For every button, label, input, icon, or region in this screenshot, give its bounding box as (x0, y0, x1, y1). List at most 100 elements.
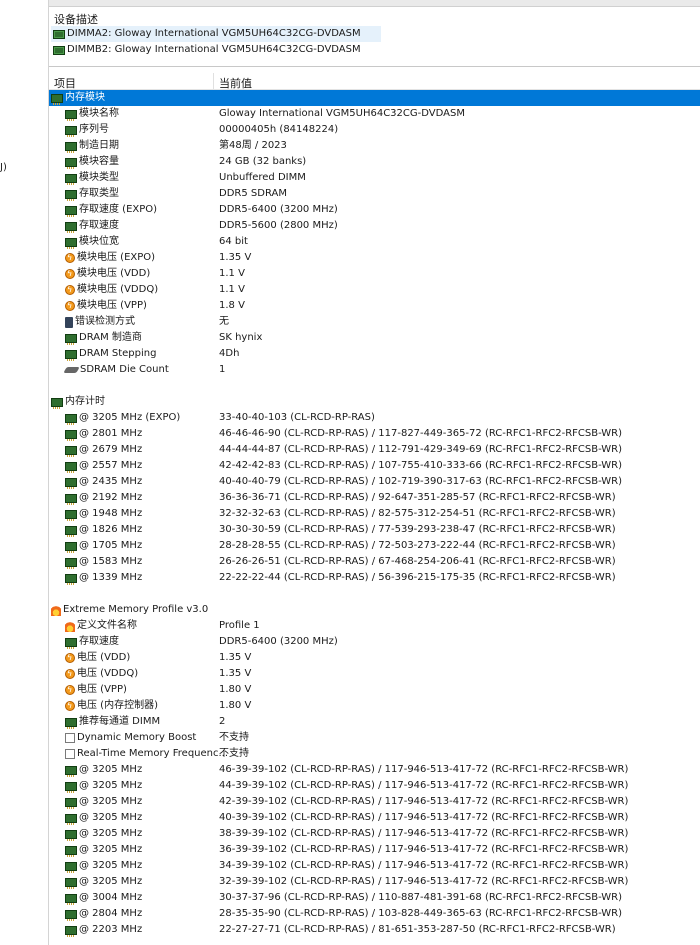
property-value: 不支持 (219, 748, 249, 759)
property-row[interactable]: 电压 (VPP) 1.80 V (49, 682, 700, 698)
property-value: 1.35 V (219, 652, 252, 663)
property-row[interactable]: 推荐每通道 DIMM 2 (49, 714, 700, 730)
fire-icon (51, 604, 61, 616)
property-row[interactable]: Dynamic Memory Boost 不支持 (49, 730, 700, 746)
property-value: 1.1 V (219, 268, 245, 279)
property-label: @ 2679 MHz (79, 444, 143, 455)
property-row[interactable]: @ 3205 MHz 42-39-39-102 (CL-RCD-RP-RAS) /… (49, 794, 700, 810)
column-divider[interactable] (213, 73, 214, 89)
property-row[interactable]: @ 3205 MHz 40-39-39-102 (CL-RCD-RP-RAS) /… (49, 810, 700, 826)
property-name-cell: DRAM Stepping (65, 346, 156, 362)
property-name-cell: Dynamic Memory Boost (65, 730, 196, 746)
property-row[interactable]: @ 2801 MHz 46-46-46-90 (CL-RCD-RP-RAS) / … (49, 426, 700, 442)
property-value: 24 GB (32 banks) (219, 156, 307, 167)
property-label: @ 2435 MHz (79, 476, 143, 487)
property-name-cell: 存取速度 (65, 634, 119, 650)
property-name-cell: 存取速度 (65, 218, 119, 234)
property-label: 序列号 (79, 124, 109, 135)
voltage-icon (65, 266, 75, 282)
memory-module-icon (65, 573, 77, 585)
property-row[interactable]: @ 3205 MHz 34-39-39-102 (CL-RCD-RP-RAS) /… (49, 858, 700, 874)
property-row[interactable]: 存取类型 DDR5 SDRAM (49, 186, 700, 202)
property-row[interactable]: 模块类型 Unbuffered DIMM (49, 170, 700, 186)
property-label: @ 2192 MHz (79, 492, 143, 503)
property-row[interactable]: @ 3205 MHz 32-39-39-102 (CL-RCD-RP-RAS) /… (49, 874, 700, 890)
property-row[interactable]: @ 2203 MHz 22-27-27-71 (CL-RCD-RP-RAS) / … (49, 922, 700, 938)
property-label: @ 3205 MHz (79, 876, 143, 887)
checkbox-icon[interactable] (65, 733, 75, 743)
property-row[interactable]: 存取速度 (EXPO) DDR5-6400 (3200 MHz) (49, 202, 700, 218)
property-label: @ 1339 MHz (79, 572, 143, 583)
property-row[interactable]: 错误检测方式 无 (49, 314, 700, 330)
property-row[interactable]: @ 3205 MHz 38-39-39-102 (CL-RCD-RP-RAS) /… (49, 826, 700, 842)
property-value: 40-39-39-102 (CL-RCD-RP-RAS) / 117-946-5… (219, 812, 629, 823)
property-row[interactable]: @ 2435 MHz 40-40-40-79 (CL-RCD-RP-RAS) / … (49, 474, 700, 490)
property-label: 存取速度 (EXPO) (79, 204, 158, 215)
property-row[interactable]: @ 3205 MHz 36-39-39-102 (CL-RCD-RP-RAS) /… (49, 842, 700, 858)
property-value: 32-32-32-63 (CL-RCD-RP-RAS) / 82-575-312… (219, 508, 616, 519)
property-row[interactable]: @ 2804 MHz 28-35-35-90 (CL-RCD-RP-RAS) / … (49, 906, 700, 922)
property-row[interactable]: SDRAM Die Count 1 (49, 362, 700, 378)
memory-module-icon (65, 237, 77, 249)
property-row[interactable]: 定义文件名称 Profile 1 (49, 618, 700, 634)
property-row[interactable]: DRAM 制造商 SK hynix (49, 330, 700, 346)
property-row[interactable]: @ 3205 MHz (EXPO) 33-40-40-103 (CL-RCD-RP… (49, 410, 700, 426)
property-label: 电压 (VPP) (77, 684, 127, 695)
property-name-cell: 推荐每通道 DIMM (65, 714, 160, 730)
device-item-dimma2[interactable]: DIMMA2: Gloway International VGM5UH64C32… (51, 26, 381, 42)
voltage-icon (65, 282, 75, 298)
property-value: 无 (219, 316, 229, 327)
property-row[interactable]: @ 3004 MHz 30-37-37-96 (CL-RCD-RP-RAS) / … (49, 890, 700, 906)
property-row[interactable]: 模块电压 (VPP) 1.8 V (49, 298, 700, 314)
property-row[interactable]: @ 1583 MHz 26-26-26-51 (CL-RCD-RP-RAS) / … (49, 554, 700, 570)
group-header-row[interactable]: 内存计时 (49, 394, 700, 410)
property-row[interactable]: 序列号 00000405h (84148224) (49, 122, 700, 138)
property-row[interactable]: 模块容量 24 GB (32 banks) (49, 154, 700, 170)
property-label: 定义文件名称 (77, 620, 137, 631)
property-row[interactable]: 模块电压 (VDD) 1.1 V (49, 266, 700, 282)
property-row[interactable]: @ 2557 MHz 42-42-42-83 (CL-RCD-RP-RAS) / … (49, 458, 700, 474)
property-row[interactable]: @ 1948 MHz 32-32-32-63 (CL-RCD-RP-RAS) / … (49, 506, 700, 522)
property-row[interactable]: 电压 (内存控制器) 1.80 V (49, 698, 700, 714)
property-row[interactable]: @ 1826 MHz 30-30-30-59 (CL-RCD-RP-RAS) / … (49, 522, 700, 538)
property-row[interactable]: 电压 (VDDQ) 1.35 V (49, 666, 700, 682)
property-row[interactable]: 存取速度 DDR5-6400 (3200 MHz) (49, 634, 700, 650)
property-row[interactable]: 模块电压 (EXPO) 1.35 V (49, 250, 700, 266)
property-label: 模块电压 (VPP) (77, 300, 147, 311)
property-name-cell: @ 2557 MHz (65, 458, 142, 474)
details-panel: 设备描述 DIMMA2: Gloway International VGM5UH… (49, 0, 700, 945)
checkbox-icon[interactable] (65, 749, 75, 759)
left-pane: J) (0, 0, 48, 945)
group-header-row[interactable]: 内存模块 (49, 90, 700, 106)
column-header-field[interactable]: 项目 (54, 75, 76, 91)
property-list: 内存模块 模块名称 Gloway International VGM5UH64C32… (49, 90, 700, 938)
property-row[interactable]: @ 3205 MHz 44-39-39-102 (CL-RCD-RP-RAS) /… (49, 778, 700, 794)
column-header-value[interactable]: 当前值 (219, 75, 252, 91)
property-name-cell: 模块名称 (65, 106, 119, 122)
property-value: 1.8 V (219, 300, 245, 311)
memory-module-icon (53, 29, 65, 39)
voltage-icon (65, 682, 75, 698)
property-row[interactable]: DRAM Stepping 4Dh (49, 346, 700, 362)
property-row[interactable]: Real-Time Memory Frequenc... 不支持 (49, 746, 700, 762)
property-row[interactable]: 制造日期 第48周 / 2023 (49, 138, 700, 154)
property-row[interactable]: 模块电压 (VDDQ) 1.1 V (49, 282, 700, 298)
property-row[interactable]: @ 2192 MHz 36-36-36-71 (CL-RCD-RP-RAS) / … (49, 490, 700, 506)
panel-splitter[interactable] (49, 66, 700, 67)
property-value: 64 bit (219, 236, 248, 247)
property-value: 2 (219, 716, 226, 727)
property-row[interactable]: @ 3205 MHz 46-39-39-102 (CL-RCD-RP-RAS) /… (49, 762, 700, 778)
property-row[interactable]: 模块名称 Gloway International VGM5UH64C32CG-D… (49, 106, 700, 122)
device-item-dimmb2[interactable]: DIMMB2: Gloway International VGM5UH64C32… (51, 42, 381, 58)
property-value: DDR5 SDRAM (219, 188, 287, 199)
property-row[interactable]: @ 1705 MHz 28-28-28-55 (CL-RCD-RP-RAS) / … (49, 538, 700, 554)
property-row[interactable]: @ 2679 MHz 44-44-44-87 (CL-RCD-RP-RAS) / … (49, 442, 700, 458)
property-row[interactable]: 模块位宽 64 bit (49, 234, 700, 250)
property-row[interactable]: @ 1339 MHz 22-22-22-44 (CL-RCD-RP-RAS) / … (49, 570, 700, 586)
property-row[interactable]: 电压 (VDD) 1.35 V (49, 650, 700, 666)
property-value: DDR5-5600 (2800 MHz) (219, 220, 338, 231)
memory-module-icon (65, 173, 77, 185)
memory-module-icon (65, 333, 77, 345)
property-row[interactable]: 存取速度 DDR5-5600 (2800 MHz) (49, 218, 700, 234)
group-header-row[interactable]: Extreme Memory Profile v3.0 (49, 602, 700, 618)
